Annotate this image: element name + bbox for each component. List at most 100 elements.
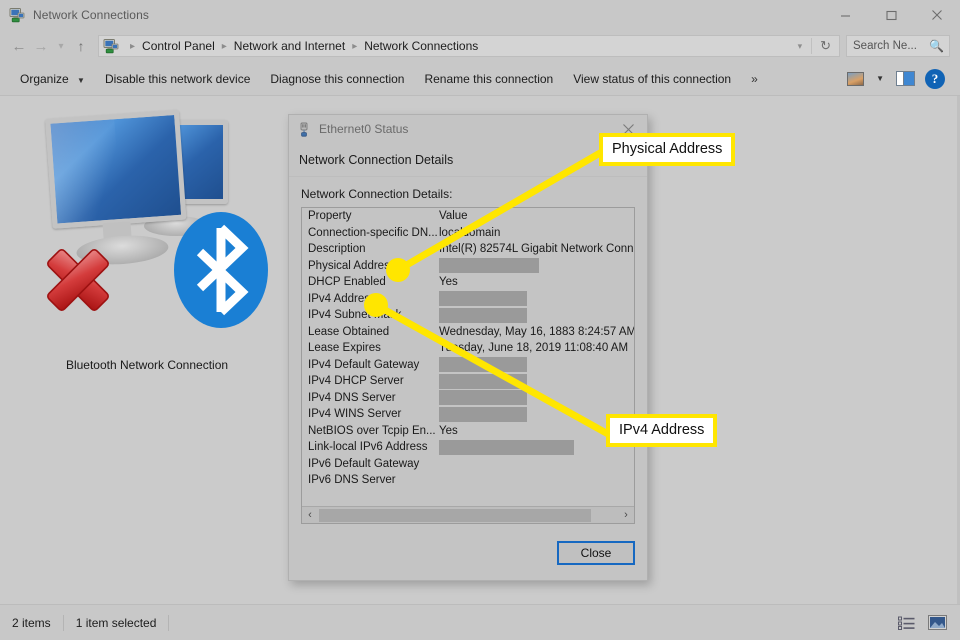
table-row[interactable]: NetBIOS over Tcpip En...Yes: [302, 423, 634, 440]
address-dropdown-chevron-down-icon[interactable]: ▾: [789, 41, 812, 52]
details-list-label: Network Connection Details:: [301, 187, 635, 201]
view-status-button[interactable]: View status of this connection: [563, 72, 741, 86]
view-options-chevron-down-icon[interactable]: ▼: [870, 74, 890, 83]
status-divider-2: [168, 615, 169, 631]
view-thumbnail-icon[interactable]: [840, 66, 870, 92]
disable-network-device-button[interactable]: Disable this network device: [95, 72, 260, 86]
breadcrumb-item-network-connections[interactable]: Network Connections: [363, 39, 479, 53]
table-row[interactable]: IPv4 Subnet Mask: [302, 307, 634, 324]
breadcrumb-item-network-and-internet[interactable]: Network and Internet: [233, 39, 346, 53]
overflow-chevrons-icon[interactable]: »: [741, 72, 767, 86]
table-row[interactable]: IPv4 Default Gateway: [302, 357, 634, 374]
column-header-property: Property: [308, 210, 439, 222]
table-row[interactable]: Lease ObtainedWednesday, May 16, 1883 8:…: [302, 324, 634, 341]
row-value: Intel(R) 82574L Gigabit Network Connect: [439, 243, 634, 255]
horizontal-scrollbar[interactable]: ‹ ›: [302, 506, 634, 523]
network-connections-window: Network Connections ← → ▾ ↑: [0, 0, 960, 640]
row-value: [439, 291, 634, 306]
refresh-icon[interactable]: ↻: [811, 38, 839, 54]
table-row[interactable]: Connection-specific DN...localdomain: [302, 225, 634, 242]
row-property: IPv4 DHCP Server: [308, 375, 439, 387]
table-row[interactable]: Link-local IPv6 Address: [302, 439, 634, 456]
maximize-icon[interactable]: [868, 0, 914, 30]
up-arrow-icon[interactable]: ↑: [70, 34, 92, 58]
redacted-value: [439, 407, 527, 422]
close-icon[interactable]: [914, 0, 960, 30]
organize-label: Organize: [20, 72, 69, 86]
dialog-titlebar: Ethernet0 Status: [289, 115, 647, 143]
table-row[interactable]: IPv4 Address: [302, 291, 634, 308]
dialog-title: Ethernet0 Status: [319, 122, 408, 136]
network-connection-details-dialog: Ethernet0 Status Network Connection Deta…: [288, 114, 648, 581]
row-property: NetBIOS over Tcpip En...: [308, 425, 439, 437]
status-item-count: 2 items: [0, 616, 63, 630]
scrollbar-thumb[interactable]: [319, 509, 591, 522]
help-icon[interactable]: ?: [920, 66, 950, 92]
list-item[interactable]: Bluetooth Network Connection: [12, 114, 282, 372]
network-adapter-icon: [297, 122, 311, 137]
column-header-value: Value: [439, 210, 634, 222]
redacted-value: [439, 390, 527, 405]
row-value: Wednesday, May 16, 1883 8:24:57 AM: [439, 326, 634, 338]
scroll-right-icon[interactable]: ›: [618, 507, 634, 523]
preview-pane-icon[interactable]: [890, 66, 920, 92]
details-listbox[interactable]: Property Value Connection-specific DN...…: [301, 207, 635, 524]
back-arrow-icon[interactable]: ←: [8, 34, 30, 58]
status-bar: 2 items 1 item selected: [0, 604, 960, 640]
breadcrumb-separator-0: ▸: [124, 41, 141, 52]
row-value: [439, 357, 634, 372]
table-row[interactable]: DHCP EnabledYes: [302, 274, 634, 291]
row-property: Connection-specific DN...: [308, 227, 439, 239]
search-placeholder: Search Ne...: [853, 40, 917, 52]
bluetooth-icon: [172, 210, 270, 330]
table-row[interactable]: IPv4 WINS Server: [302, 406, 634, 423]
window-title: Network Connections: [33, 8, 149, 22]
row-value: [439, 308, 634, 323]
row-property: IPv6 DNS Server: [308, 474, 439, 486]
table-row[interactable]: IPv4 DHCP Server: [302, 373, 634, 390]
thumbnail-view-icon[interactable]: [926, 614, 948, 632]
forward-arrow-icon[interactable]: →: [30, 34, 52, 58]
details-view-icon[interactable]: [896, 614, 918, 632]
row-value: [439, 440, 634, 455]
row-value: Tuesday, June 18, 2019 11:08:40 AM: [439, 342, 634, 354]
row-value: [439, 258, 634, 273]
table-row[interactable]: Physical Address: [302, 258, 634, 275]
row-property: Description: [308, 243, 439, 255]
row-property: DHCP Enabled: [308, 276, 439, 288]
search-input[interactable]: Search Ne... 🔍: [846, 35, 950, 57]
breadcrumb[interactable]: ▸ Control Panel ▸ Network and Internet ▸…: [98, 35, 840, 57]
row-property: IPv6 Default Gateway: [308, 458, 439, 470]
diagnose-connection-button[interactable]: Diagnose this connection: [260, 72, 414, 86]
recent-locations-chevron-down-icon[interactable]: ▾: [52, 34, 70, 58]
network-connections-icon: [9, 7, 25, 23]
chevron-down-icon: ▼: [77, 76, 85, 85]
address-bar-actions: ▾ ↻: [789, 38, 839, 54]
table-row[interactable]: IPv4 DNS Server: [302, 390, 634, 407]
rename-connection-button[interactable]: Rename this connection: [414, 72, 563, 86]
table-row[interactable]: IPv6 DNS Server: [302, 472, 634, 489]
redacted-value: [439, 308, 527, 323]
table-row[interactable]: DescriptionIntel(R) 82574L Gigabit Netwo…: [302, 241, 634, 258]
details-dialog-body: Network Connection Details: Property Val…: [289, 177, 647, 524]
row-property: Link-local IPv6 Address: [308, 441, 439, 453]
table-row[interactable]: IPv6 Default Gateway: [302, 456, 634, 473]
status-selection: 1 item selected: [64, 616, 169, 630]
minimize-icon[interactable]: [822, 0, 868, 30]
callout-physical-address: Physical Address: [599, 133, 735, 166]
red-x-icon: [30, 232, 126, 328]
command-bar-right: ▼ ?: [840, 66, 950, 92]
scroll-left-icon[interactable]: ‹: [302, 507, 318, 523]
breadcrumb-network-connections-icon: [103, 38, 119, 54]
row-property: IPv4 Default Gateway: [308, 359, 439, 371]
row-value: [439, 407, 634, 422]
breadcrumb-item-control-panel[interactable]: Control Panel: [141, 39, 216, 53]
table-row[interactable]: Lease ExpiresTuesday, June 18, 2019 11:0…: [302, 340, 634, 357]
organize-button[interactable]: Organize ▼: [10, 72, 95, 86]
close-button[interactable]: Close: [557, 541, 635, 565]
row-value: localdomain: [439, 227, 634, 239]
redacted-value: [439, 258, 539, 273]
breadcrumb-separator-1: ▸: [216, 41, 233, 52]
row-value: Yes: [439, 276, 634, 288]
redacted-value: [439, 357, 527, 372]
